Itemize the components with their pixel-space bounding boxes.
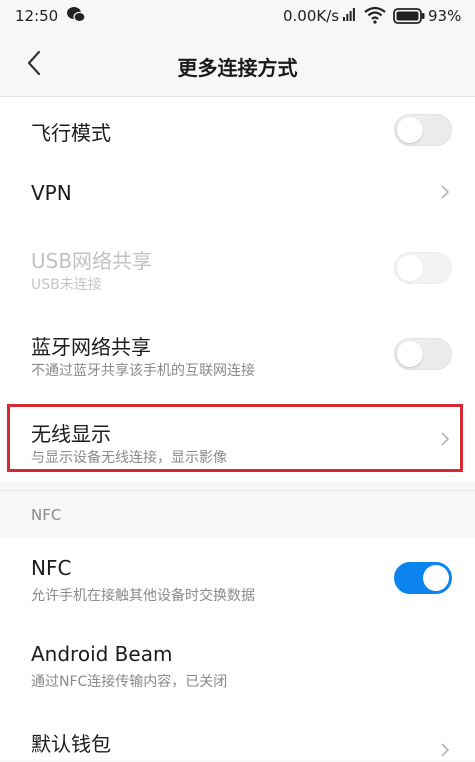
usb-tethering-toggle: [394, 252, 452, 284]
toggle-knob: [397, 117, 423, 143]
highlight-box: [7, 404, 463, 472]
row-subtitle: 允许手机在接触其他设备时交换数据: [31, 588, 255, 604]
toggle-knob: [397, 255, 423, 281]
chevron-right-icon: [440, 184, 450, 204]
toggle-knob: [423, 565, 449, 591]
row-subtitle: 不通过蓝牙共享该手机的互联网连接: [31, 363, 255, 379]
status-bar: 12:50 0.00K/s 93%: [0, 0, 475, 32]
bluetooth-tethering-toggle[interactable]: [394, 338, 452, 370]
row-label: Android Beam: [31, 642, 173, 666]
battery-percent: 93%: [428, 7, 462, 25]
settings-row-vpn[interactable]: VPN: [0, 161, 475, 225]
row-subtitle: USB未连接: [31, 277, 102, 293]
settings-row-usb-tethering: USB网络共享 USB未连接: [0, 225, 475, 309]
row-label: USB网络共享: [31, 249, 153, 273]
row-label: 蓝牙网络共享: [31, 335, 151, 359]
chevron-right-icon: [440, 742, 450, 762]
wifi-icon: [364, 6, 386, 28]
settings-row-bluetooth-tethering[interactable]: 蓝牙网络共享 不通过蓝牙共享该手机的互联网连接: [0, 309, 475, 397]
row-label: VPN: [31, 181, 72, 205]
row-label: 默认钱包: [31, 732, 111, 756]
battery-icon: [393, 8, 425, 28]
airplane-mode-toggle[interactable]: [394, 114, 452, 146]
row-label: NFC: [31, 556, 72, 580]
navigation-bar: 更多连接方式: [0, 32, 475, 96]
network-speed: 0.00K/s: [283, 7, 340, 25]
settings-row-airplane-mode[interactable]: 飞行模式: [0, 97, 475, 161]
settings-row-default-wallet[interactable]: 默认钱包: [0, 706, 475, 760]
nfc-toggle[interactable]: [394, 562, 452, 594]
section-divider: [0, 490, 475, 491]
nfc-section-header: NFC: [31, 506, 62, 524]
status-time: 12:50: [15, 7, 59, 25]
row-label: 飞行模式: [31, 121, 111, 145]
signal-icon: [343, 6, 355, 26]
wechat-icon: [66, 6, 86, 28]
settings-row-nfc[interactable]: NFC 允许手机在接触其他设备时交换数据: [0, 538, 475, 622]
settings-row-android-beam[interactable]: Android Beam 通过NFC连接传输内容，已关闭: [0, 622, 475, 706]
toggle-knob: [397, 341, 423, 367]
page-title: 更多连接方式: [177, 56, 298, 80]
row-subtitle: 通过NFC连接传输内容，已关闭: [31, 674, 228, 690]
